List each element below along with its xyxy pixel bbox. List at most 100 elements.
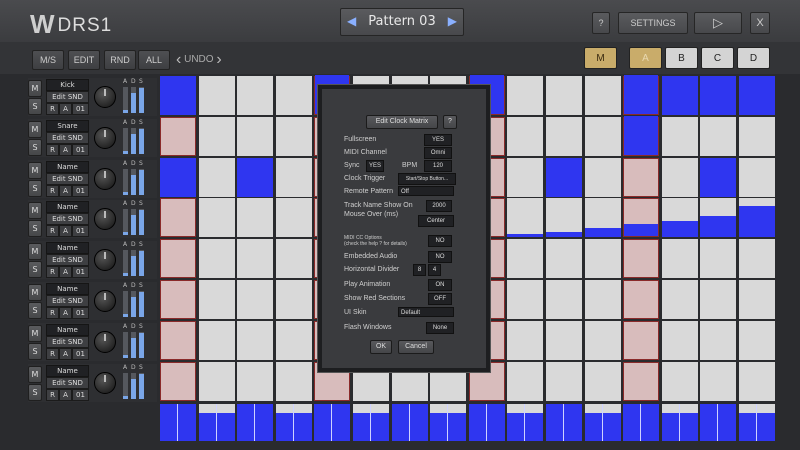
step-cell[interactable] bbox=[623, 321, 659, 360]
edit-snd-button[interactable]: Edit SND bbox=[46, 173, 89, 185]
step-cell[interactable] bbox=[739, 239, 775, 278]
volume-knob[interactable] bbox=[94, 372, 116, 394]
automation-button[interactable]: A bbox=[59, 307, 72, 319]
record-button[interactable]: R bbox=[46, 225, 59, 237]
step-cell[interactable] bbox=[507, 198, 543, 237]
step-cell[interactable] bbox=[199, 117, 235, 156]
ads-slider[interactable] bbox=[139, 373, 144, 399]
step-cell[interactable] bbox=[546, 280, 582, 319]
automation-button[interactable]: A bbox=[59, 266, 72, 278]
ads-slider[interactable] bbox=[131, 250, 136, 276]
flash-windows-value[interactable]: None bbox=[426, 322, 454, 334]
step-cell[interactable] bbox=[507, 158, 543, 197]
fullscreen-value[interactable]: YES bbox=[424, 134, 452, 146]
step-cell[interactable] bbox=[160, 76, 196, 115]
step-cell[interactable] bbox=[662, 76, 698, 115]
velocity-cell[interactable] bbox=[546, 404, 582, 441]
step-cell[interactable] bbox=[199, 198, 235, 237]
step-cell[interactable] bbox=[276, 362, 312, 401]
step-cell[interactable] bbox=[623, 75, 659, 115]
step-cell[interactable] bbox=[623, 280, 659, 319]
ads-slider[interactable] bbox=[139, 87, 144, 113]
channel-field[interactable]: 01 bbox=[72, 103, 89, 115]
volume-knob[interactable] bbox=[94, 208, 116, 230]
volume-knob[interactable] bbox=[94, 249, 116, 271]
channel-field[interactable]: 01 bbox=[72, 266, 89, 278]
velocity-cell[interactable] bbox=[160, 404, 196, 441]
step-cell[interactable] bbox=[739, 321, 775, 360]
automation-button[interactable]: A bbox=[59, 389, 72, 401]
edit-snd-button[interactable]: Edit SND bbox=[46, 91, 89, 103]
step-cell[interactable] bbox=[546, 76, 582, 115]
rnd-button[interactable]: RND bbox=[104, 50, 136, 70]
step-cell[interactable] bbox=[700, 158, 736, 197]
ads-slider[interactable] bbox=[131, 332, 136, 358]
step-cell[interactable] bbox=[585, 198, 621, 237]
mute-button[interactable]: M bbox=[28, 202, 42, 219]
step-cell[interactable] bbox=[662, 117, 698, 156]
step-cell[interactable] bbox=[237, 117, 273, 156]
hdiv-b-field[interactable]: 4 bbox=[428, 264, 441, 276]
step-cell[interactable] bbox=[276, 76, 312, 115]
all-button[interactable]: ALL bbox=[138, 50, 170, 70]
embedded-audio-value[interactable]: NO bbox=[428, 251, 452, 263]
channel-field[interactable]: 01 bbox=[72, 185, 89, 197]
step-cell[interactable] bbox=[199, 76, 235, 115]
step-cell[interactable] bbox=[739, 158, 775, 197]
solo-button[interactable]: S bbox=[28, 343, 42, 360]
step-cell[interactable] bbox=[546, 321, 582, 360]
mute-button[interactable]: M bbox=[28, 325, 42, 342]
ads-slider[interactable] bbox=[123, 128, 128, 154]
edit-snd-button[interactable]: Edit SND bbox=[46, 132, 89, 144]
step-cell[interactable] bbox=[623, 239, 659, 278]
step-cell[interactable] bbox=[700, 362, 736, 401]
step-cell[interactable] bbox=[700, 280, 736, 319]
step-cell[interactable] bbox=[585, 158, 621, 197]
step-cell[interactable] bbox=[507, 76, 543, 115]
step-cell[interactable] bbox=[585, 321, 621, 360]
step-cell[interactable] bbox=[507, 280, 543, 319]
velocity-cell[interactable] bbox=[700, 404, 736, 441]
step-cell[interactable] bbox=[700, 239, 736, 278]
ads-slider[interactable] bbox=[131, 128, 136, 154]
edit-snd-button[interactable]: Edit SND bbox=[46, 254, 89, 266]
mute-button[interactable]: M bbox=[28, 80, 42, 97]
step-cell[interactable] bbox=[160, 117, 196, 156]
channel-field[interactable]: 01 bbox=[72, 307, 89, 319]
step-cell[interactable] bbox=[276, 117, 312, 156]
step-cell[interactable] bbox=[160, 198, 196, 237]
edit-snd-button[interactable]: Edit SND bbox=[46, 377, 89, 389]
velocity-cell[interactable] bbox=[276, 404, 312, 441]
automation-button[interactable]: A bbox=[59, 144, 72, 156]
mute-button[interactable]: M bbox=[28, 121, 42, 138]
step-cell[interactable] bbox=[546, 158, 582, 197]
solo-button[interactable]: S bbox=[28, 261, 42, 278]
close-button[interactable]: X bbox=[750, 12, 770, 34]
ads-slider[interactable] bbox=[131, 291, 136, 317]
step-cell[interactable] bbox=[739, 280, 775, 319]
velocity-cell[interactable] bbox=[314, 404, 350, 441]
ads-slider[interactable] bbox=[131, 209, 136, 235]
track-name-ms-field[interactable]: 2000 bbox=[426, 200, 452, 212]
align-select[interactable]: Center bbox=[418, 215, 454, 227]
step-cell[interactable] bbox=[199, 321, 235, 360]
step-cell[interactable] bbox=[585, 362, 621, 401]
channel-field[interactable]: 01 bbox=[72, 225, 89, 237]
ads-slider[interactable] bbox=[123, 169, 128, 195]
step-cell[interactable] bbox=[237, 239, 273, 278]
step-cell[interactable] bbox=[739, 198, 775, 237]
ads-slider[interactable] bbox=[139, 128, 144, 154]
step-cell[interactable] bbox=[700, 198, 736, 237]
step-cell[interactable] bbox=[160, 362, 196, 401]
ads-slider[interactable] bbox=[139, 291, 144, 317]
automation-button[interactable]: A bbox=[59, 348, 72, 360]
volume-knob[interactable] bbox=[94, 168, 116, 190]
automation-button[interactable]: A bbox=[59, 225, 72, 237]
ads-slider[interactable] bbox=[123, 250, 128, 276]
solo-button[interactable]: S bbox=[28, 139, 42, 156]
step-cell[interactable] bbox=[237, 158, 273, 197]
step-cell[interactable] bbox=[276, 321, 312, 360]
ads-slider[interactable] bbox=[123, 209, 128, 235]
track-name-field[interactable]: Name bbox=[46, 242, 89, 254]
bank-a-button[interactable]: A bbox=[629, 47, 662, 69]
